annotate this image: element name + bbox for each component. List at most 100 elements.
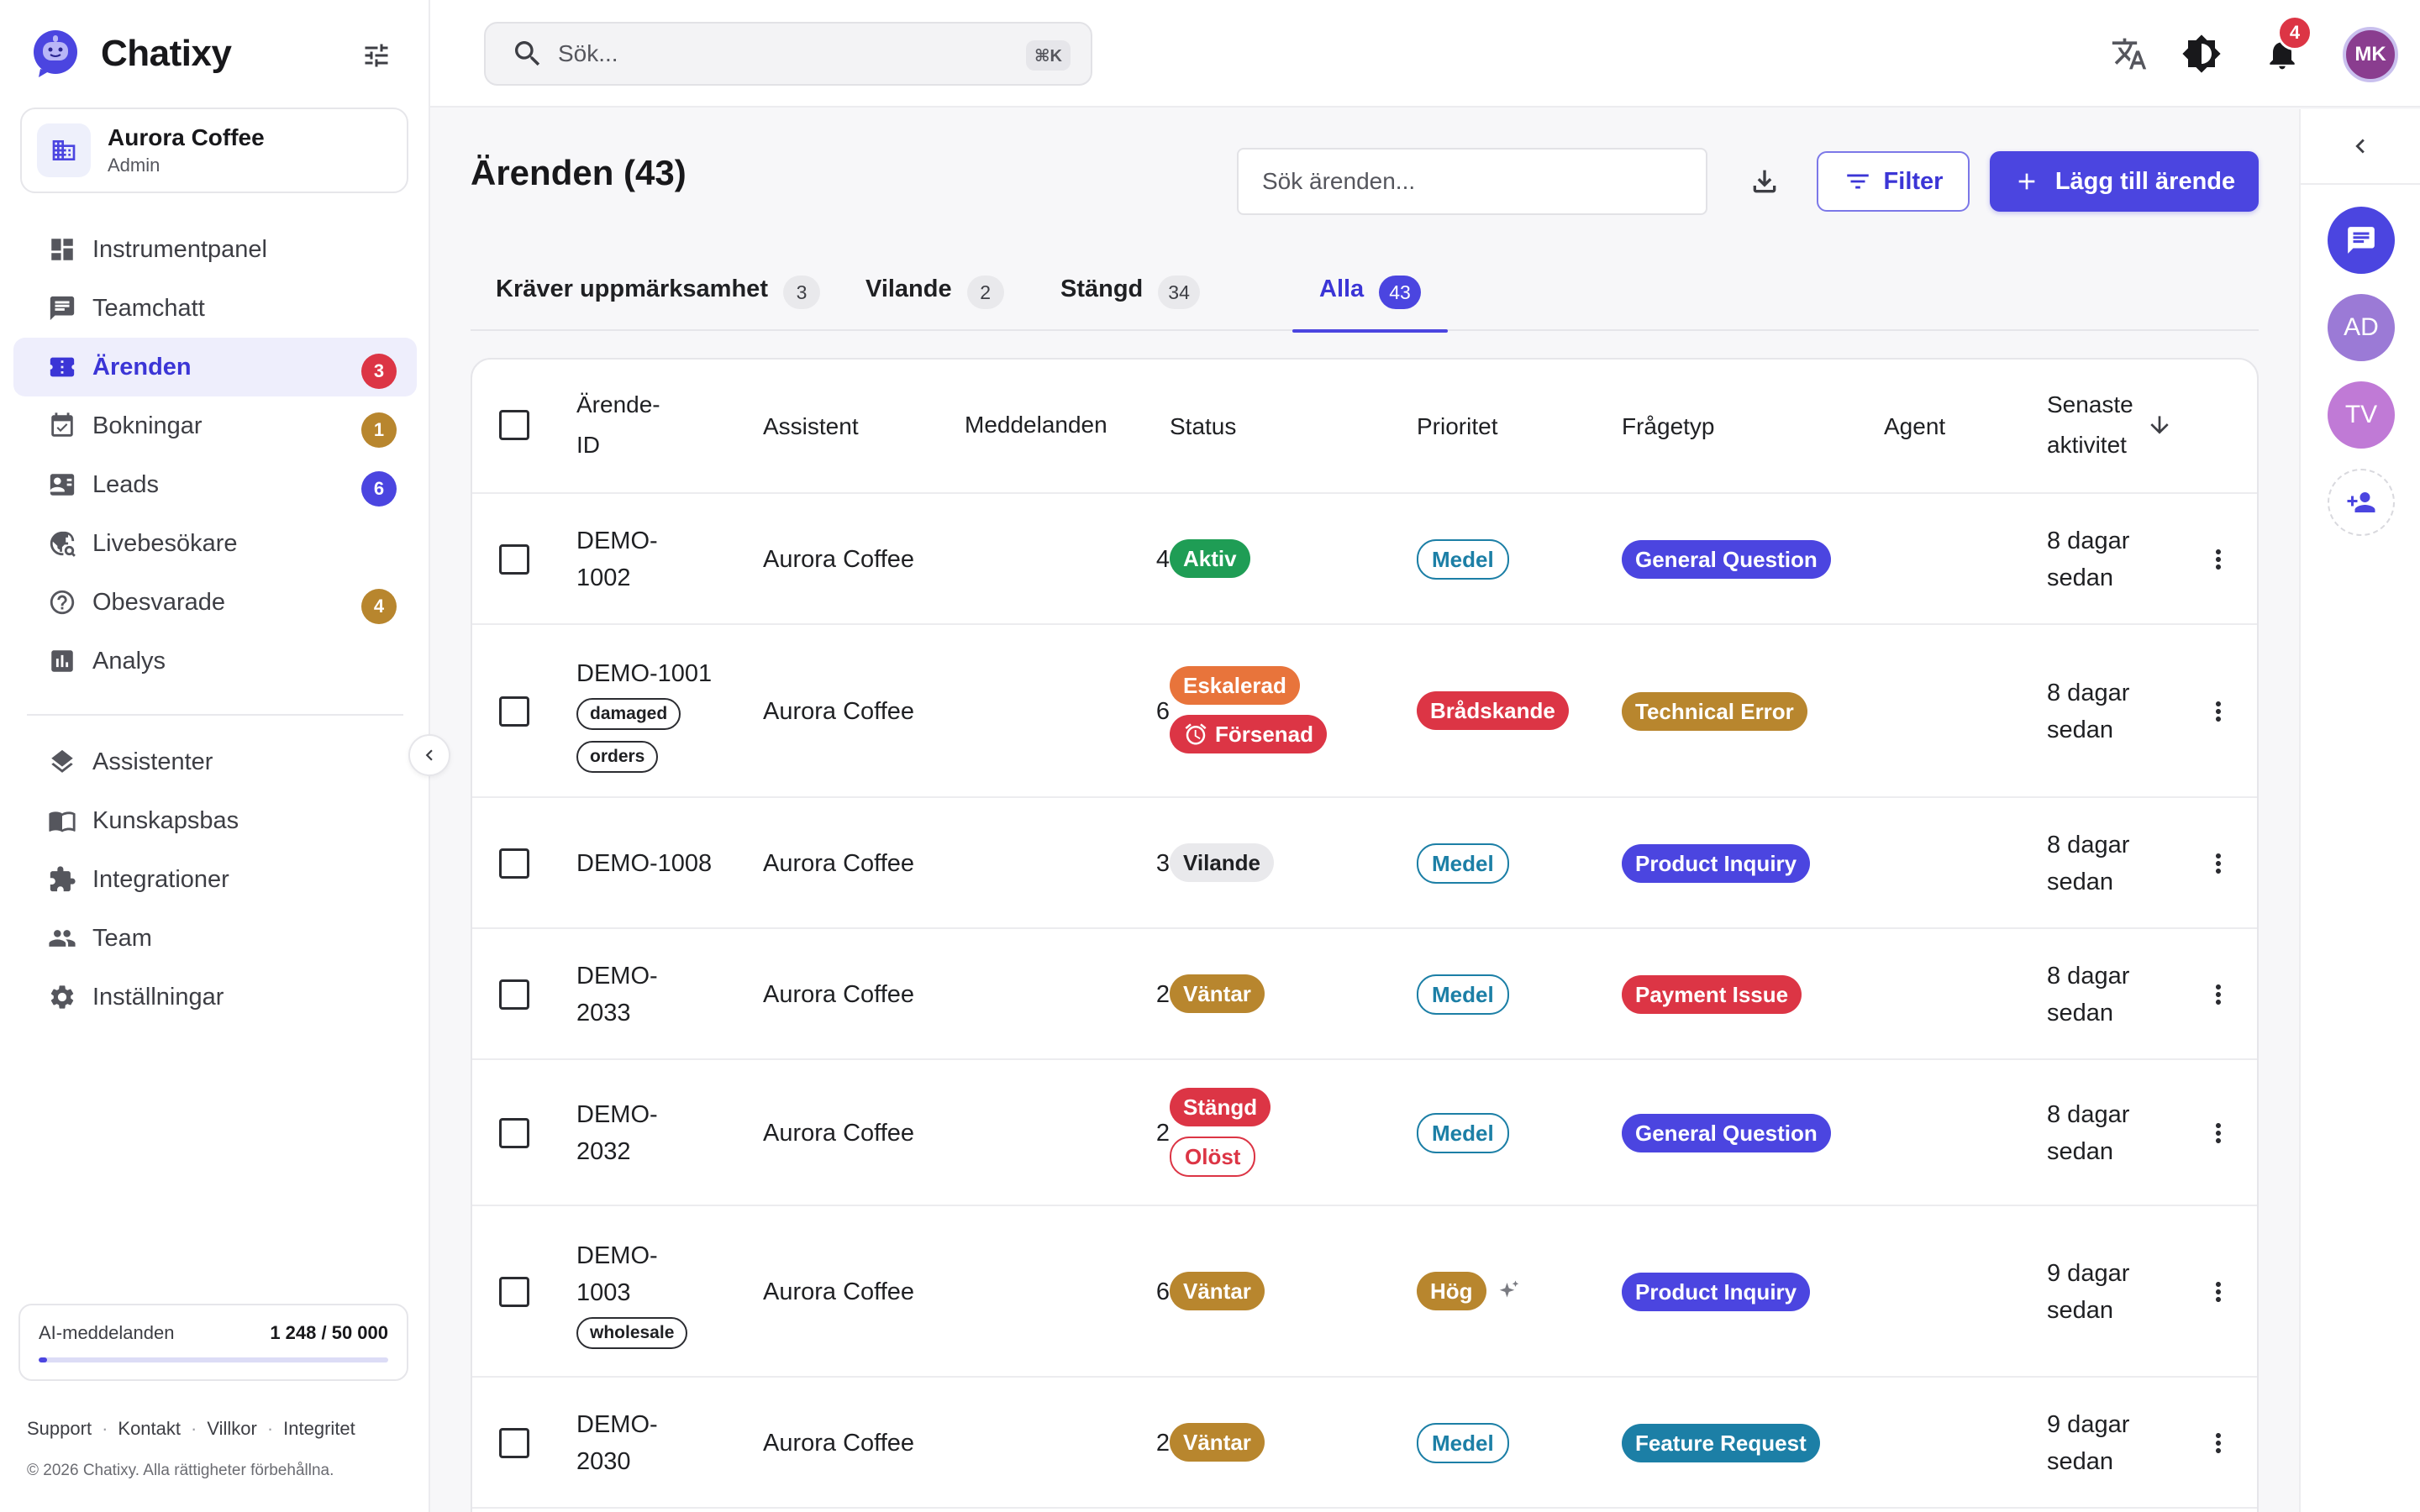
table-row[interactable]: DEMO- 1003 wholesale Aurora Coffee 6 Väntar Hö… (472, 1206, 2257, 1378)
download-button[interactable] (1741, 158, 1788, 205)
privacy-link[interactable]: Integritet (283, 1418, 355, 1440)
sidebar-item-obesvarade[interactable]: Obesvarade 4 (13, 573, 417, 632)
table-row[interactable]: DEMO-1001 damaged orders Aurora Coffee 6 Eska… (472, 625, 2257, 798)
row-menu-button[interactable] (2202, 847, 2235, 880)
row-checkbox[interactable] (499, 979, 529, 1010)
search-input[interactable] (558, 40, 1028, 67)
translate-button[interactable] (2107, 32, 2151, 76)
tab-label: Stängd (1060, 276, 1144, 302)
sidebar-item-bokningar[interactable]: Bokningar 1 (13, 396, 417, 455)
main-content: Ärenden (43) Filter Lägg till ärende Krä… (430, 109, 2299, 1512)
rail-add-member-button[interactable] (2328, 469, 2395, 536)
case-id[interactable]: DEMO- 2033 (576, 958, 658, 1032)
row-menu-button[interactable] (2202, 978, 2235, 1011)
question-type-badge: Product Inquiry (1622, 1273, 1811, 1311)
tab-count: 34 (1158, 276, 1200, 309)
column-header-assistant[interactable]: Assistent (763, 407, 859, 447)
sidebar-item-label: Inställningar (92, 983, 224, 1011)
row-checkbox[interactable] (499, 1118, 529, 1148)
table-row[interactable]: DEMO- 2030 Aurora Coffee 2 Väntar Medel Featur… (472, 1378, 2257, 1509)
row-checkbox[interactable] (499, 1277, 529, 1307)
case-id[interactable]: DEMO- 1002 (576, 522, 658, 596)
tab-closed[interactable]: Stängd 34 (1060, 265, 1200, 331)
rail-chat-button[interactable] (2328, 207, 2395, 274)
status-badge: Stängd (1170, 1088, 1271, 1126)
sidebar-collapse-button[interactable] (408, 734, 450, 776)
more-vertical-icon (2216, 984, 2221, 1005)
table-row[interactable]: DEMO- 1002 Aurora Coffee 4 Aktiv Medel General… (472, 494, 2257, 625)
column-header-messages[interactable]: Meddelanden (965, 405, 1107, 445)
last-activity-text: 9 dagar (2047, 1260, 2130, 1287)
row-menu-button[interactable] (2202, 695, 2235, 728)
theme-toggle-button[interactable] (2180, 32, 2223, 76)
footer-links: Support · Kontakt · Villkor · Integritet (27, 1418, 355, 1440)
rail-avatar-tv[interactable]: TV (2328, 381, 2395, 449)
user-avatar[interactable]: MK (2343, 27, 2398, 82)
case-id[interactable]: DEMO- 2032 (576, 1096, 658, 1170)
column-header-status[interactable]: Status (1170, 407, 1236, 447)
sidebar-item-team[interactable]: Team (13, 909, 417, 968)
tab-attention[interactable]: Kräver uppmärksamhet 3 (496, 265, 820, 331)
tab-all[interactable]: Alla 43 (1292, 265, 1448, 333)
table-row[interactable]: DEMO- 2032 Aurora Coffee 2 Stängd Olöst Medel G… (472, 1060, 2257, 1206)
last-activity-text: 8 dagar (2047, 963, 2130, 990)
case-id[interactable]: DEMO- 2030 (576, 1406, 658, 1480)
contact-link[interactable]: Kontakt (118, 1418, 181, 1440)
rail-avatar-ad[interactable]: AD (2328, 294, 2395, 361)
row-checkbox[interactable] (499, 1428, 529, 1458)
case-id[interactable]: DEMO-1008 (576, 845, 712, 882)
column-header-priority[interactable]: Prioritet (1417, 407, 1497, 447)
case-id-text: DEMO- (576, 963, 658, 990)
add-case-button[interactable]: Lägg till ärende (1990, 151, 2259, 212)
sidebar-item-integrationer[interactable]: Integrationer (13, 850, 417, 909)
row-menu-button[interactable] (2202, 1275, 2235, 1309)
sidebar-item-label: Analys (92, 647, 166, 675)
table-row[interactable]: DEMO- 2033 Aurora Coffee 2 Väntar Medel Paymen… (472, 929, 2257, 1060)
status-badge: Olöst (1170, 1137, 1256, 1177)
sidebar-item-assistenter[interactable]: Assistenter (13, 732, 417, 791)
workspace-switcher[interactable]: Aurora Coffee Admin (20, 108, 408, 193)
sidebar-item-analys[interactable]: Analys (13, 632, 417, 690)
terms-link[interactable]: Villkor (207, 1418, 257, 1440)
sidebar-item-instrumentpanel[interactable]: Instrumentpanel (13, 220, 417, 279)
sidebar-item-label: Integrationer (92, 865, 229, 893)
case-id[interactable]: DEMO-1001 damaged orders (576, 655, 712, 773)
sidebar-item-kunskapsbas[interactable]: Kunskapsbas (13, 791, 417, 850)
filter-button[interactable]: Filter (1817, 151, 1970, 212)
sidebar: Chatixy Aurora Coffee Admin Instrumentpa… (0, 0, 430, 1512)
row-checkbox[interactable] (499, 696, 529, 727)
column-header-question-type[interactable]: Frågetyp (1622, 407, 1715, 447)
brand[interactable]: Chatixy (30, 25, 232, 82)
global-search[interactable]: ⌘K (484, 22, 1092, 86)
sidebar-item-leads[interactable]: Leads 6 (13, 455, 417, 514)
column-header-activity[interactable]: Senaste aktivitet (2047, 385, 2133, 465)
tab-dormant[interactable]: Vilande 2 (865, 265, 1004, 331)
row-menu-button[interactable] (2202, 1116, 2235, 1150)
sidebar-item-label: Leads (92, 470, 160, 498)
sidebar-item-teamchatt[interactable]: Teamchatt (13, 279, 417, 338)
sidebar-nav: Instrumentpanel Teamchatt Ärenden 3 Bokn… (13, 220, 417, 1026)
sidebar-item-arenden[interactable]: Ärenden 3 (13, 338, 417, 396)
select-all-checkbox[interactable] (499, 410, 529, 440)
row-checkbox[interactable] (499, 544, 529, 575)
case-id[interactable]: DEMO- 1003 wholesale (576, 1237, 688, 1349)
rail-collapse-button[interactable] (2301, 109, 2420, 185)
table-row[interactable]: DEMO-1008 Aurora Coffee 3 Vilande Medel Produ… (472, 798, 2257, 929)
sort-descending-icon[interactable] (2146, 412, 2173, 438)
sidebar-item-label: Obesvarade (92, 588, 225, 616)
case-search-input[interactable] (1237, 148, 1707, 215)
support-link[interactable]: Support (27, 1418, 92, 1440)
message-count: 6 (1155, 1278, 1170, 1305)
column-header-id[interactable]: Ärende- ID (576, 385, 660, 465)
sidebar-settings-button[interactable] (358, 37, 395, 74)
row-menu-button[interactable] (2202, 1426, 2235, 1460)
sidebar-item-installningar[interactable]: Inställningar (13, 968, 417, 1026)
tab-label: Alla (1319, 276, 1365, 302)
priority-cell: Medel (1417, 843, 1509, 884)
case-id-text: DEMO-1001 (576, 660, 713, 687)
row-checkbox[interactable] (499, 848, 529, 879)
row-menu-button[interactable] (2202, 543, 2235, 576)
column-header-agent[interactable]: Agent (1884, 407, 1945, 447)
question-type-badge: Payment Issue (1622, 975, 1802, 1014)
sidebar-item-livebesokare[interactable]: Livebesökare (13, 514, 417, 573)
